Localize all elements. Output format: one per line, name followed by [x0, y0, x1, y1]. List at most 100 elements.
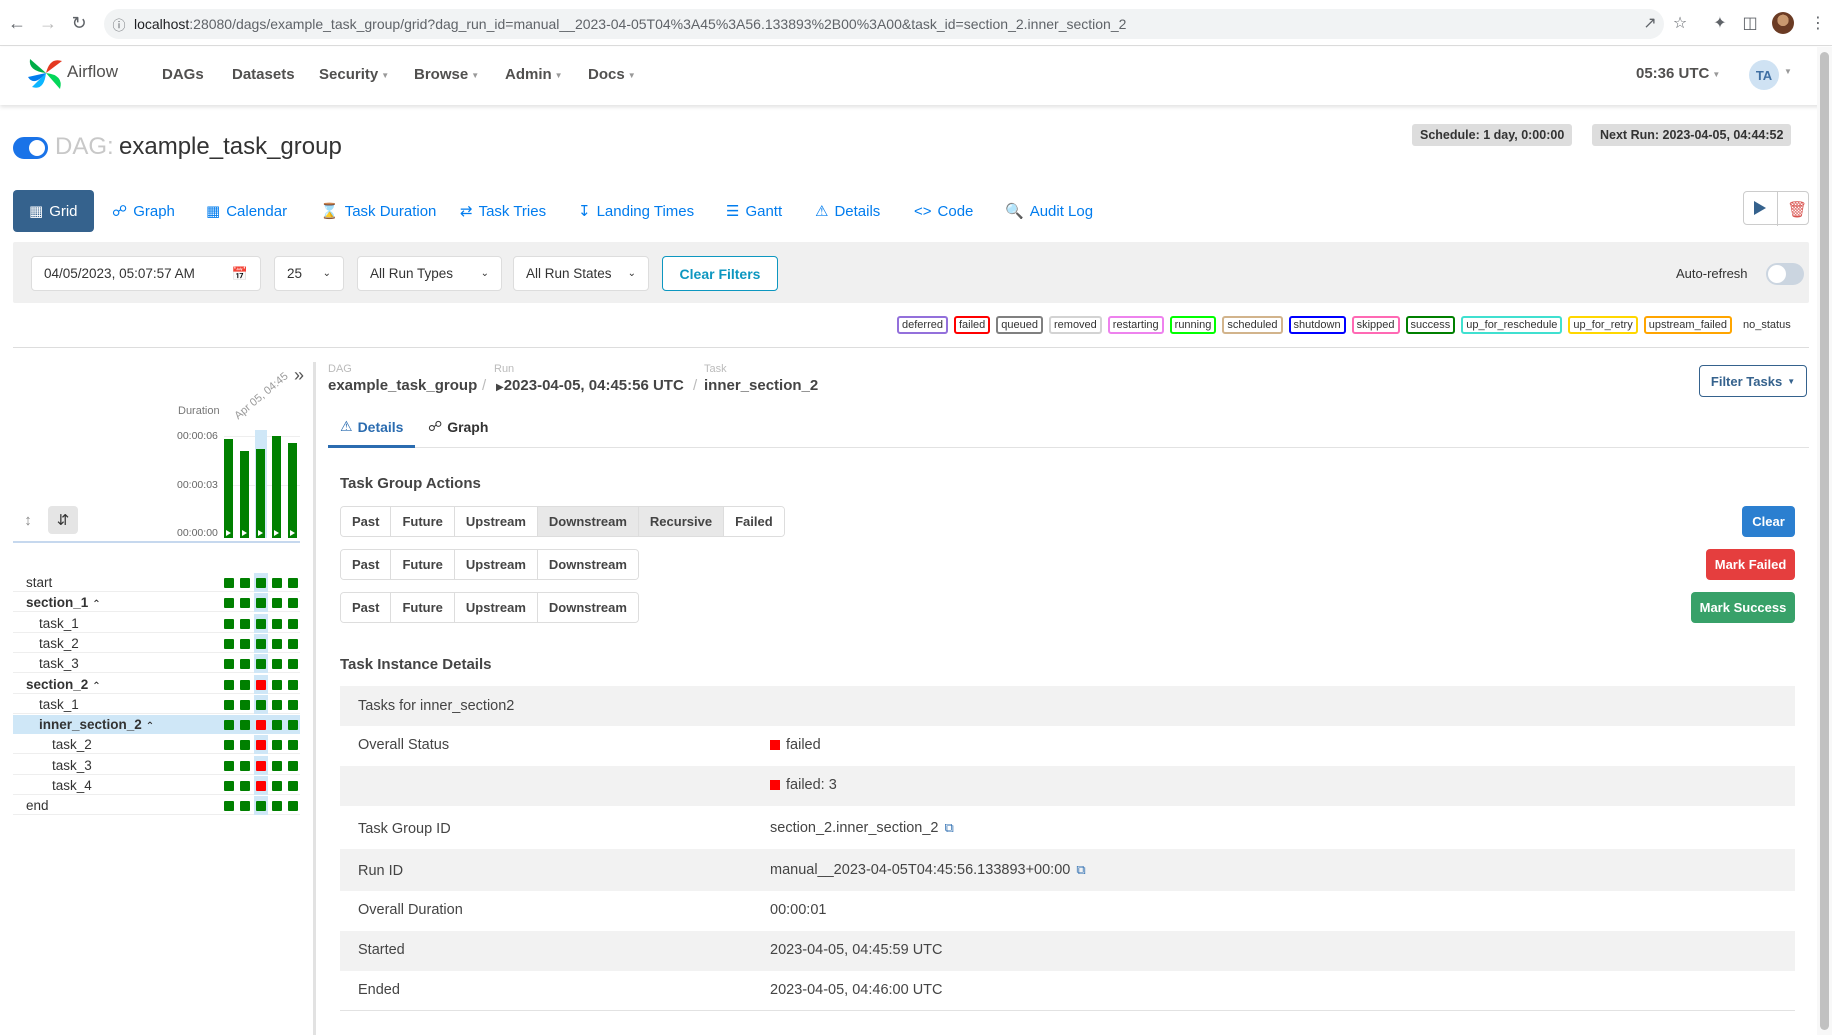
user-avatar[interactable]: TA: [1749, 60, 1779, 90]
nav-docs[interactable]: Docs ▼: [588, 66, 636, 83]
back-icon[interactable]: ←: [6, 12, 28, 34]
task-instance-cell[interactable]: [240, 680, 250, 690]
task-row[interactable]: task_3: [13, 756, 300, 775]
airflow-logo-icon[interactable]: [26, 53, 66, 93]
task-name[interactable]: task_1: [39, 697, 79, 712]
legend-success[interactable]: success: [1405, 316, 1456, 334]
task-instance-cell[interactable]: [272, 720, 282, 730]
legend-scheduled[interactable]: scheduled: [1222, 316, 1283, 334]
clear-recursive-toggle[interactable]: Recursive: [638, 507, 725, 536]
copy-icon[interactable]: ⧉: [1076, 862, 1085, 878]
clear-filters-button[interactable]: Clear Filters: [662, 256, 778, 291]
delete-dag-trash-icon[interactable]: 🗑: [1787, 200, 1807, 220]
task-row[interactable]: inner_section_2 ⌃: [13, 715, 300, 734]
chevron-down-icon[interactable]: ▼: [1784, 67, 1792, 76]
tab-task-tries[interactable]: ⇄ Task Tries: [460, 190, 546, 232]
run-states-select[interactable]: All Run States ⌄: [513, 256, 649, 291]
task-instance-cell[interactable]: [272, 619, 282, 629]
legend-shutdown[interactable]: shutdown: [1288, 316, 1346, 334]
task-instance-cell[interactable]: [288, 761, 298, 771]
forward-icon[interactable]: →: [37, 12, 59, 34]
legend-upstream-failed[interactable]: upstream_failed: [1643, 316, 1732, 334]
legend-up-for-reschedule[interactable]: up_for_reschedule: [1461, 316, 1563, 334]
task-instance-cell[interactable]: [272, 680, 282, 690]
task-instance-cell[interactable]: [240, 740, 250, 750]
task-name[interactable]: task_3: [52, 758, 92, 773]
failed-future-toggle[interactable]: Future: [391, 550, 455, 579]
legend-skipped[interactable]: skipped: [1351, 316, 1400, 334]
task-name[interactable]: inner_section_2 ⌃: [39, 717, 154, 732]
panel-divider[interactable]: [313, 362, 316, 1035]
legend-running[interactable]: running: [1169, 316, 1217, 334]
task-name[interactable]: task_2: [52, 737, 92, 752]
task-instance-cell[interactable]: [224, 720, 234, 730]
task-instance-cell[interactable]: [240, 639, 250, 649]
task-instance-cell[interactable]: [224, 578, 234, 588]
dag-pause-toggle[interactable]: [13, 137, 48, 159]
clear-future-toggle[interactable]: Future: [391, 507, 455, 536]
task-instance-cell[interactable]: [256, 781, 266, 791]
copy-icon[interactable]: ⧉: [944, 820, 953, 836]
breadcrumb-task[interactable]: inner_section_2: [704, 377, 818, 394]
task-instance-cell[interactable]: [240, 598, 250, 608]
task-instance-cell[interactable]: [224, 740, 234, 750]
task-row[interactable]: task_4: [13, 776, 300, 795]
task-instance-cell[interactable]: [272, 578, 282, 588]
task-instance-cell[interactable]: [224, 700, 234, 710]
task-name[interactable]: task_1: [39, 616, 79, 631]
auto-refresh-toggle[interactable]: [1766, 263, 1804, 285]
tab-landing-times[interactable]: ↧ Landing Times: [578, 190, 694, 232]
filter-tasks-button[interactable]: Filter Tasks ▼: [1699, 365, 1807, 397]
task-instance-cell[interactable]: [224, 781, 234, 791]
task-instance-cell[interactable]: [224, 659, 234, 669]
run-duration-bar[interactable]: [256, 449, 265, 538]
task-instance-cell[interactable]: [240, 801, 250, 811]
clear-button[interactable]: Clear: [1742, 506, 1795, 537]
task-instance-cell[interactable]: [256, 598, 266, 608]
task-instance-cell[interactable]: [272, 639, 282, 649]
task-name[interactable]: task_4: [52, 778, 92, 793]
failed-downstream-toggle[interactable]: Downstream: [537, 550, 638, 579]
run-duration-bar[interactable]: [288, 443, 297, 538]
trigger-dag-play-icon[interactable]: [1754, 201, 1766, 215]
task-name[interactable]: task_2: [39, 636, 79, 651]
nav-browse[interactable]: Browse ▼: [414, 66, 479, 83]
breadcrumb-run[interactable]: ▶2023-04-05, 04:45:56 UTC: [496, 377, 684, 394]
task-instance-cell[interactable]: [288, 659, 298, 669]
side-panel-icon[interactable]: ◫: [1740, 13, 1760, 33]
task-instance-cell[interactable]: [224, 680, 234, 690]
chevron-up-icon[interactable]: ⌃: [146, 721, 154, 732]
task-instance-cell[interactable]: [288, 801, 298, 811]
legend-deferred[interactable]: deferred: [897, 316, 948, 334]
chevron-up-icon[interactable]: ⌃: [92, 599, 100, 610]
failed-upstream-toggle[interactable]: Upstream: [454, 550, 538, 579]
task-instance-cell[interactable]: [272, 659, 282, 669]
task-name[interactable]: start: [26, 575, 52, 590]
clear-upstream-toggle[interactable]: Upstream: [454, 507, 538, 536]
task-instance-cell[interactable]: [256, 659, 266, 669]
task-row[interactable]: start: [13, 573, 300, 592]
task-instance-cell[interactable]: [256, 680, 266, 690]
tab-graph[interactable]: ☍ Graph: [112, 190, 175, 232]
collapse-grid-icon[interactable]: »: [294, 365, 304, 386]
reload-icon[interactable]: ↻: [68, 12, 90, 34]
nav-security[interactable]: Security ▼: [319, 66, 389, 83]
task-name[interactable]: section_1 ⌃: [26, 595, 101, 610]
task-instance-cell[interactable]: [288, 740, 298, 750]
task-instance-cell[interactable]: [240, 761, 250, 771]
legend-queued[interactable]: queued: [996, 316, 1043, 334]
base-date-input[interactable]: 04/05/2023, 05:07:57 AM 📅: [31, 256, 261, 291]
bookmark-star-icon[interactable]: ☆: [1670, 13, 1690, 33]
detail-tab-details[interactable]: ⚠ Details: [340, 418, 403, 435]
legend-removed[interactable]: removed: [1049, 316, 1102, 334]
clear-failed-toggle[interactable]: Failed: [724, 507, 784, 536]
tab-code[interactable]: <> Code: [914, 190, 973, 232]
task-instance-cell[interactable]: [256, 619, 266, 629]
run-duration-bar[interactable]: [272, 436, 281, 538]
info-icon[interactable]: ⓘ: [104, 15, 134, 34]
task-instance-cell[interactable]: [256, 801, 266, 811]
task-instance-cell[interactable]: [288, 619, 298, 629]
task-instance-cell[interactable]: [240, 700, 250, 710]
task-instance-cell[interactable]: [272, 598, 282, 608]
tab-gantt[interactable]: ☰ Gantt: [726, 190, 782, 232]
